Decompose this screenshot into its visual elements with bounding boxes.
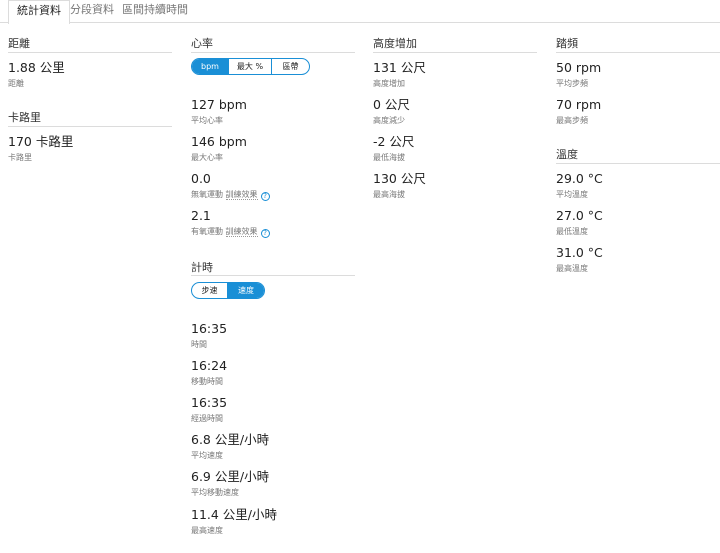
moving-time-value: 16:24 — [191, 358, 228, 373]
elapsed-time-value: 16:35 — [191, 395, 228, 410]
anaerobic-label-text: 無氧運動 — [191, 190, 223, 199]
anaerobic-effect-stat: 0.0 無氧運動 訓練效果? — [191, 171, 270, 201]
avg-heart-rate-value: 127 bpm — [191, 97, 247, 112]
cadence-divider — [556, 52, 720, 53]
avg-temperature-label: 平均溫度 — [556, 190, 588, 199]
elevation-gain-value: 131 公尺 — [373, 60, 426, 75]
temperature-section-title: 溫度 — [556, 148, 578, 161]
max-temperature-stat: 31.0 °C 最高溫度 — [556, 245, 603, 274]
aerobic-effect-stat: 2.1 有氧運動 訓練效果? — [191, 208, 270, 238]
heart-rate-divider — [191, 52, 355, 53]
distance-section-title: 距離 — [8, 37, 30, 50]
help-icon[interactable]: ? — [260, 192, 270, 201]
avg-heart-rate-label: 平均心率 — [191, 116, 223, 125]
temperature-divider — [556, 163, 720, 164]
timing-divider — [191, 275, 355, 276]
tab-time-in-zone[interactable]: 區間持續時間 — [122, 0, 188, 23]
tab-bar: 統計資料 分段資料 區間持續時間 — [0, 0, 720, 24]
avg-moving-speed-stat: 6.9 公里/小時 平均移動速度 — [191, 469, 269, 498]
distance-divider — [8, 52, 172, 53]
time-value: 16:35 — [191, 321, 228, 336]
moving-time-stat: 16:24 移動時間 — [191, 358, 227, 387]
elevation-section-title: 高度增加 — [373, 37, 417, 50]
max-cadence-label: 最高步頻 — [556, 116, 588, 125]
avg-cadence-value: 50 rpm — [556, 60, 602, 75]
anaerobic-effect-label: 無氧運動 訓練效果? — [191, 189, 270, 201]
time-label: 時間 — [191, 340, 207, 349]
tab-laps[interactable]: 分段資料 — [70, 0, 114, 23]
max-elevation-label: 最高海拔 — [373, 190, 405, 199]
hr-toggle-zones[interactable]: 區帶 — [272, 59, 309, 74]
min-elevation-stat: -2 公尺 最低海拔 — [373, 134, 414, 163]
max-cadence-value: 70 rpm — [556, 97, 602, 112]
max-heart-rate-value: 146 bpm — [191, 134, 247, 149]
max-heart-rate-stat: 146 bpm 最大心率 — [191, 134, 247, 163]
calories-divider — [8, 126, 172, 127]
cadence-section-title: 踏頻 — [556, 37, 578, 50]
max-elevation-value: 130 公尺 — [373, 171, 426, 186]
anaerobic-effect-value: 0.0 — [191, 171, 211, 186]
min-temperature-label: 最低溫度 — [556, 227, 588, 236]
aerobic-effect-label: 有氧運動 訓練效果? — [191, 226, 270, 238]
toggle-speed[interactable]: 速度 — [228, 283, 264, 298]
toggle-pace[interactable]: 步速 — [192, 283, 228, 298]
min-temperature-stat: 27.0 °C 最低溫度 — [556, 208, 603, 237]
max-elevation-stat: 130 公尺 最高海拔 — [373, 171, 426, 200]
avg-temperature-value: 29.0 °C — [556, 171, 603, 186]
avg-temperature-stat: 29.0 °C 平均溫度 — [556, 171, 603, 200]
distance-label: 距離 — [8, 79, 24, 88]
avg-speed-label: 平均速度 — [191, 451, 223, 460]
elevation-loss-label: 高度減少 — [373, 116, 405, 125]
max-speed-stat: 11.4 公里/小時 最高速度 — [191, 507, 277, 536]
heart-rate-section-title: 心率 — [191, 37, 213, 50]
avg-speed-value: 6.8 公里/小時 — [191, 432, 270, 447]
calories-section-title: 卡路里 — [8, 111, 41, 124]
max-speed-value: 11.4 公里/小時 — [191, 507, 278, 522]
pace-speed-toggle: 步速 速度 — [191, 282, 265, 299]
moving-time-label: 移動時間 — [191, 377, 223, 386]
min-temperature-value: 27.0 °C — [556, 208, 603, 223]
aerobic-effect-value: 2.1 — [191, 208, 211, 223]
elevation-divider — [373, 52, 537, 53]
elapsed-time-label: 經過時間 — [191, 414, 223, 423]
distance-stat: 1.88 公里 距離 — [8, 60, 65, 89]
calories-value: 170 卡路里 — [8, 134, 74, 149]
max-cadence-stat: 70 rpm 最高步頻 — [556, 97, 601, 126]
max-speed-label: 最高速度 — [191, 526, 223, 535]
hr-toggle-max-percent[interactable]: 最大 % — [229, 59, 272, 74]
calories-label: 卡路里 — [8, 153, 32, 162]
distance-value: 1.88 公里 — [8, 60, 65, 75]
elevation-loss-value: 0 公尺 — [373, 97, 410, 112]
aerobic-training-effect-link[interactable]: 訓練效果 — [225, 227, 258, 237]
elevation-gain-label: 高度增加 — [373, 79, 405, 88]
avg-speed-stat: 6.8 公里/小時 平均速度 — [191, 432, 269, 461]
elevation-loss-stat: 0 公尺 高度減少 — [373, 97, 410, 126]
elapsed-time-stat: 16:35 經過時間 — [191, 395, 227, 424]
max-temperature-value: 31.0 °C — [556, 245, 603, 260]
min-elevation-value: -2 公尺 — [373, 134, 415, 149]
hr-toggle-bpm[interactable]: bpm — [192, 59, 229, 74]
tab-stats[interactable]: 統計資料 — [8, 0, 70, 24]
avg-moving-speed-label: 平均移動速度 — [191, 488, 239, 497]
avg-cadence-stat: 50 rpm 平均步頻 — [556, 60, 601, 89]
anaerobic-training-effect-link[interactable]: 訓練效果 — [225, 190, 258, 200]
avg-moving-speed-value: 6.9 公里/小時 — [191, 469, 270, 484]
heart-rate-unit-toggle: bpm 最大 % 區帶 — [191, 58, 310, 75]
aerobic-label-text: 有氧運動 — [191, 227, 223, 236]
avg-cadence-label: 平均步頻 — [556, 79, 588, 88]
help-icon[interactable]: ? — [260, 229, 270, 238]
elevation-gain-stat: 131 公尺 高度增加 — [373, 60, 426, 89]
max-heart-rate-label: 最大心率 — [191, 153, 223, 162]
time-stat: 16:35 時間 — [191, 321, 227, 350]
avg-heart-rate-stat: 127 bpm 平均心率 — [191, 97, 247, 126]
max-temperature-label: 最高溫度 — [556, 264, 588, 273]
timing-section-title: 計時 — [191, 261, 213, 274]
min-elevation-label: 最低海拔 — [373, 153, 405, 162]
calories-stat: 170 卡路里 卡路里 — [8, 134, 73, 163]
